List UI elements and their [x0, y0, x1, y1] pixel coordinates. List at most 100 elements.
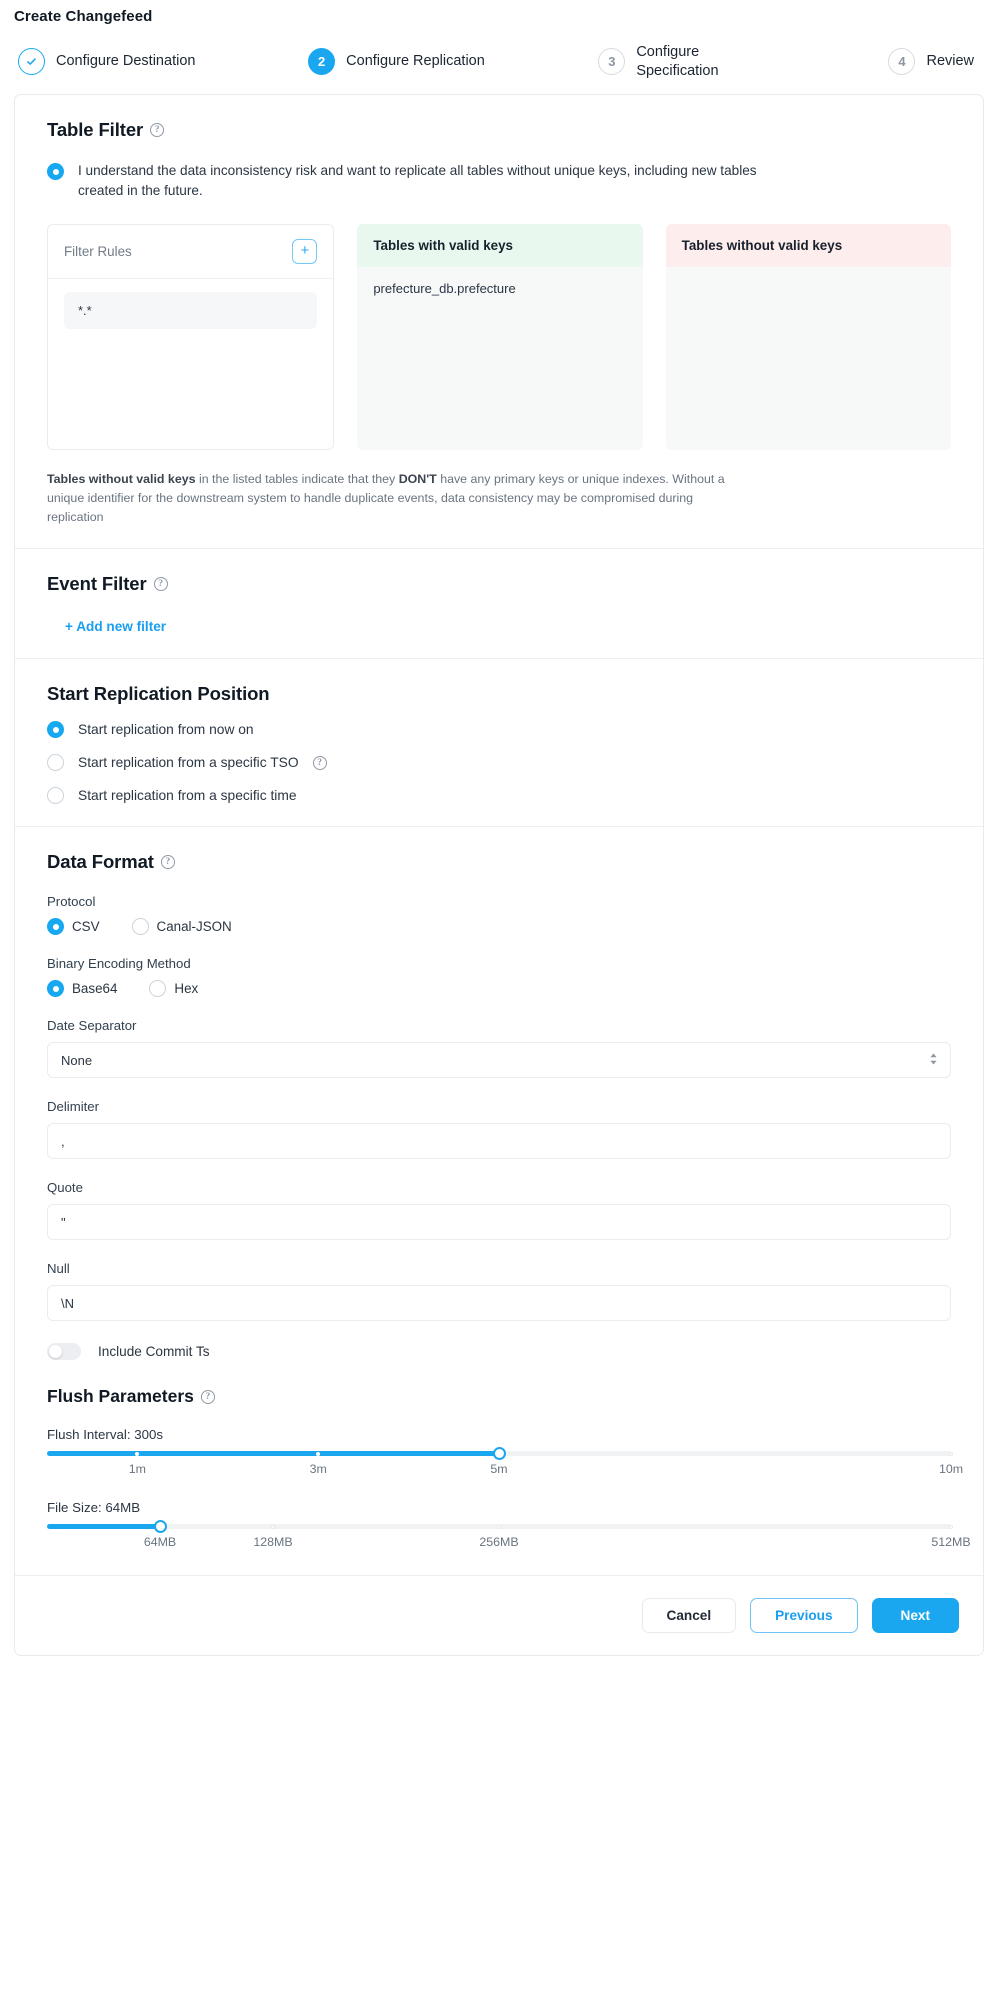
filter-rule-item[interactable]: *.*: [64, 291, 318, 329]
flush-interval-thumb[interactable]: [492, 1447, 506, 1461]
tick-label: 5m: [490, 1462, 508, 1477]
date-separator-select[interactable]: None: [47, 1042, 951, 1079]
delimiter-input[interactable]: ,: [47, 1123, 951, 1160]
file-size-thumb[interactable]: [153, 1520, 167, 1534]
step-configure-replication[interactable]: 2 Configure Replication: [308, 48, 598, 76]
event-filter-title: Event Filter ?: [47, 573, 951, 595]
include-commit-ts-label: Include Commit Ts: [98, 1344, 210, 1360]
null-label: Null: [47, 1261, 70, 1277]
radio-time-label: Start replication from a specific time: [78, 788, 297, 804]
null-value: \N: [61, 1295, 74, 1311]
quote-input[interactable]: ": [47, 1204, 951, 1241]
date-separator-label: Date Separator: [47, 1018, 137, 1034]
add-new-filter-link[interactable]: + Add new filter: [65, 619, 166, 634]
filter-rules-label: Filter Rules: [64, 243, 132, 259]
help-icon[interactable]: ?: [312, 755, 327, 770]
date-separator-value: None: [61, 1052, 93, 1068]
radio-canal-json[interactable]: [131, 918, 149, 936]
flush-interval-track[interactable]: [47, 1447, 953, 1461]
tick-label: 1m: [128, 1462, 146, 1477]
binary-option-hex[interactable]: Hex: [149, 980, 199, 998]
invalid-panel-body: [665, 266, 951, 450]
include-commit-ts-toggle[interactable]: [47, 1343, 81, 1361]
tick-label: 3m: [309, 1462, 327, 1477]
chevron-updown-icon: [929, 1052, 938, 1068]
radio-now[interactable]: [47, 721, 64, 739]
radio-csv-label: CSV: [72, 919, 100, 935]
file-size-tick-dot: [949, 1524, 953, 1529]
step-3-badge: 3: [598, 48, 626, 76]
radio-csv[interactable]: [47, 918, 64, 936]
help-icon[interactable]: ?: [160, 855, 175, 870]
start-position-option-time[interactable]: Start replication from a specific time: [47, 787, 951, 805]
radio-time[interactable]: [47, 787, 64, 805]
start-position-title: Start Replication Position: [47, 683, 951, 705]
data-format-section: Data Format ? Protocol CSV Canal-JSON Bi…: [15, 827, 983, 1577]
table-filter-note: Tables without valid keys in the listed …: [47, 470, 747, 527]
step-2-label: Configure Replication: [346, 53, 485, 70]
radio-hex-label: Hex: [174, 981, 199, 997]
step-1-label: Configure Destination: [56, 53, 196, 70]
protocol-option-canal-json[interactable]: Canal-JSON: [131, 918, 232, 936]
step-configure-destination[interactable]: Configure Destination: [18, 48, 308, 76]
flush-parameters-title: Flush Parameters ?: [47, 1386, 951, 1407]
radio-base64[interactable]: [47, 980, 64, 998]
plus-icon[interactable]: +: [292, 238, 318, 264]
start-position-option-tso[interactable]: Start replication from a specific TSO ?: [47, 754, 951, 772]
filter-rules-panel: Filter Rules + *.*: [47, 223, 335, 450]
start-replication-position-section: Start Replication Position Start replica…: [15, 659, 983, 828]
null-input[interactable]: \N: [47, 1285, 951, 1322]
tables-with-valid-keys-panel: Tables with valid keys prefecture_db.pre…: [357, 223, 643, 450]
tick-label: 10m: [938, 1462, 964, 1477]
risk-label: I understand the data inconsistency risk…: [78, 163, 757, 199]
form-footer: Cancel Previous Next: [15, 1576, 983, 1656]
step-3-label: Configure Specification: [636, 44, 719, 79]
file-size-label: File Size: 64MB: [47, 1500, 141, 1516]
binary-encoding-label: Binary Encoding Method: [47, 956, 191, 972]
protocol-label: Protocol: [47, 894, 96, 910]
changefeed-form-card: Table Filter ? I understand the data inc…: [14, 94, 984, 1657]
radio-base64-label: Base64: [72, 981, 118, 997]
help-icon[interactable]: ?: [153, 577, 168, 592]
radio-tso-label: Start replication from a specific TSO: [78, 755, 299, 771]
step-4-badge: 4: [888, 48, 916, 76]
next-button[interactable]: Next: [871, 1598, 959, 1634]
page-title: Create Changefeed: [14, 8, 153, 25]
start-position-option-now[interactable]: Start replication from now on: [47, 721, 951, 739]
help-icon[interactable]: ?: [200, 1389, 215, 1404]
filter-panels: Filter Rules + *.* Tables with valid key…: [47, 223, 951, 450]
step-1-badge-check-icon: [18, 48, 45, 76]
risk-acknowledgement-row[interactable]: I understand the data inconsistency risk…: [47, 161, 951, 202]
risk-radio[interactable]: [47, 163, 64, 181]
binary-option-base64[interactable]: Base64: [47, 980, 118, 998]
radio-tso[interactable]: [47, 754, 64, 772]
protocol-option-csv[interactable]: CSV: [47, 918, 100, 936]
radio-hex[interactable]: [149, 980, 167, 998]
flush-interval-slider[interactable]: 1m 3m 5m 10m: [47, 1447, 963, 1480]
cancel-button[interactable]: Cancel: [641, 1598, 737, 1634]
start-position-title-text: Start Replication Position: [47, 683, 270, 705]
data-format-title-text: Data Format: [47, 851, 154, 873]
include-commit-ts-row[interactable]: Include Commit Ts: [47, 1343, 951, 1361]
table-filter-section: Table Filter ? I understand the data inc…: [15, 95, 983, 550]
event-filter-title-text: Event Filter: [47, 573, 147, 595]
step-review[interactable]: 4 Review: [888, 48, 980, 76]
flush-interval-fill: [47, 1451, 499, 1457]
step-configure-specification[interactable]: 3 Configure Specification: [598, 43, 888, 80]
tick-label: 256MB: [479, 1535, 519, 1550]
note-mid: in the listed tables indicate that they: [195, 471, 399, 486]
help-icon[interactable]: ?: [150, 123, 165, 138]
tick-label: 512MB: [931, 1535, 971, 1550]
previous-button[interactable]: Previous: [750, 1598, 858, 1634]
file-size-slider[interactable]: 64MB 128MB 256MB 512MB: [47, 1520, 971, 1553]
event-filter-section: Event Filter ? + Add new filter: [15, 549, 983, 660]
list-item: prefecture_db.prefecture: [373, 280, 516, 296]
table-filter-title-text: Table Filter: [47, 119, 144, 141]
radio-canal-json-label: Canal-JSON: [156, 919, 232, 935]
quote-value: ": [61, 1214, 66, 1230]
file-size-track[interactable]: [47, 1520, 953, 1534]
binary-radio-group: Base64 Hex: [47, 980, 951, 998]
note-lead: Tables without valid keys: [47, 471, 196, 486]
flush-interval-label: Flush Interval: 300s: [47, 1427, 164, 1443]
file-size-tick-dot: [497, 1524, 501, 1529]
